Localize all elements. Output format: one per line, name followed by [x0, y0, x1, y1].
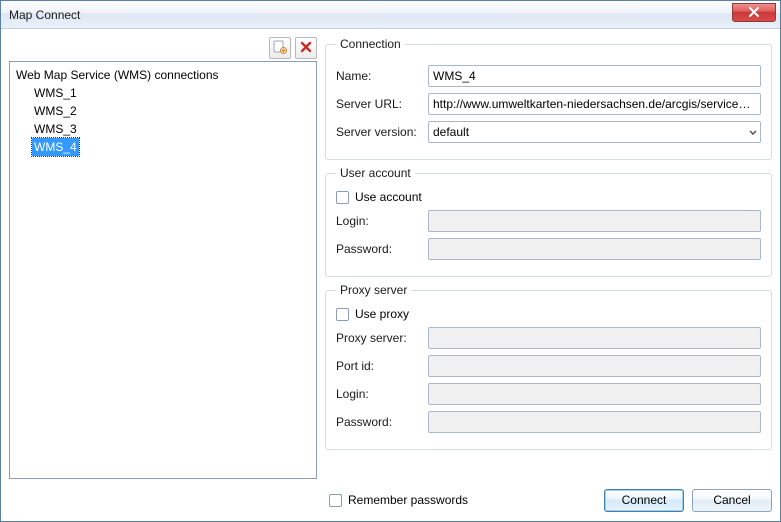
proxy-server-input[interactable] — [428, 327, 761, 349]
name-label: Name: — [336, 69, 428, 83]
add-connection-button[interactable] — [269, 37, 291, 59]
proxy-password-input[interactable] — [428, 411, 761, 433]
tree-root-label: Web Map Service (WMS) connections — [14, 66, 221, 84]
proxy-group: Proxy server Use proxy Proxy server: Por… — [325, 283, 772, 450]
window-title: Map Connect — [9, 8, 80, 22]
close-button[interactable] — [732, 3, 776, 22]
proxy-server-label: Proxy server: — [336, 331, 428, 345]
close-icon — [748, 6, 760, 20]
tree-item[interactable]: WMS_3 — [32, 120, 314, 138]
server-url-input[interactable] — [428, 93, 761, 115]
cancel-button[interactable]: Cancel — [692, 489, 772, 512]
name-input[interactable] — [428, 65, 761, 87]
tree-item-label: WMS_1 — [32, 84, 79, 102]
user-account-group: User account Use account Login: Password… — [325, 166, 772, 277]
user-password-input[interactable] — [428, 238, 761, 260]
tree-item[interactable]: WMS_2 — [32, 102, 314, 120]
proxy-login-label: Login: — [336, 387, 428, 401]
use-account-label: Use account — [355, 190, 422, 204]
server-version-label: Server version: — [336, 125, 428, 139]
use-proxy-checkbox[interactable] — [336, 308, 349, 321]
user-login-label: Login: — [336, 214, 428, 228]
dialog-footer: Remember passwords Connect Cancel — [9, 487, 772, 513]
right-panel: Connection Name: Server URL: Server vers… — [325, 37, 772, 479]
proxy-port-label: Port id: — [336, 359, 428, 373]
proxy-port-input[interactable] — [428, 355, 761, 377]
tree-item[interactable]: WMS_4 — [32, 138, 314, 156]
proxy-legend: Proxy server — [336, 283, 411, 297]
connection-legend: Connection — [336, 37, 405, 51]
client-area: Web Map Service (WMS) connections WMS_1W… — [1, 29, 780, 521]
titlebar[interactable]: Map Connect — [1, 1, 780, 29]
tree-item-label: WMS_3 — [32, 120, 79, 138]
add-connection-icon — [273, 40, 287, 57]
user-password-label: Password: — [336, 242, 428, 256]
tree-toolbar — [9, 37, 317, 59]
tree-item-label: WMS_2 — [32, 102, 79, 120]
tree-item[interactable]: WMS_1 — [32, 84, 314, 102]
tree-root-item[interactable]: Web Map Service (WMS) connections — [14, 66, 314, 84]
tree-item-label: WMS_4 — [32, 138, 79, 156]
map-connect-dialog: Map Connect — [0, 0, 781, 522]
server-url-label: Server URL: — [336, 97, 428, 111]
user-login-input[interactable] — [428, 210, 761, 232]
server-version-select[interactable]: default — [428, 121, 761, 143]
remember-passwords-checkbox[interactable] — [329, 494, 342, 507]
delete-connection-icon — [299, 40, 313, 57]
proxy-login-input[interactable] — [428, 383, 761, 405]
use-account-checkbox[interactable] — [336, 191, 349, 204]
left-panel: Web Map Service (WMS) connections WMS_1W… — [9, 37, 317, 479]
use-proxy-label: Use proxy — [355, 307, 409, 321]
remember-passwords-label: Remember passwords — [348, 493, 468, 507]
user-account-legend: User account — [336, 166, 415, 180]
connection-group: Connection Name: Server URL: Server vers… — [325, 37, 772, 160]
proxy-password-label: Password: — [336, 415, 428, 429]
delete-connection-button[interactable] — [295, 37, 317, 59]
connections-tree[interactable]: Web Map Service (WMS) connections WMS_1W… — [9, 61, 317, 479]
connect-button[interactable]: Connect — [604, 489, 684, 512]
